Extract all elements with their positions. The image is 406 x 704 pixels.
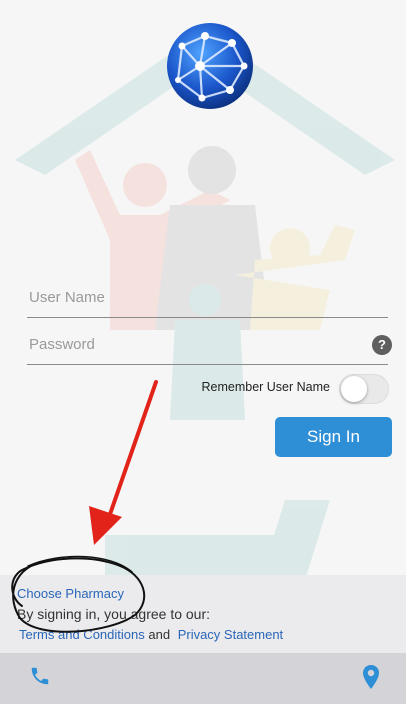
- agreement-text: By signing in, you agree to our:: [17, 606, 211, 622]
- password-help-icon[interactable]: ?: [372, 335, 392, 355]
- and-text: and: [148, 627, 171, 642]
- login-screen: ? Remember User Name Sign In Choose Phar…: [0, 0, 406, 704]
- remember-user-name-label: Remember User Name: [201, 380, 330, 394]
- location-pin-icon[interactable]: [361, 664, 381, 690]
- username-field[interactable]: [27, 278, 388, 318]
- bottom-bar: [0, 653, 406, 704]
- password-field[interactable]: [27, 325, 388, 365]
- toggle-knob: [341, 376, 367, 402]
- phone-icon[interactable]: [29, 665, 51, 687]
- privacy-statement-link[interactable]: Privacy Statement: [178, 627, 284, 642]
- remember-user-name-toggle[interactable]: [339, 374, 389, 404]
- username-input[interactable]: [27, 278, 388, 318]
- password-input[interactable]: [27, 325, 388, 365]
- terms-and-conditions-link[interactable]: Terms and Conditions: [19, 627, 145, 642]
- sign-in-button[interactable]: Sign In: [275, 417, 392, 457]
- globe-network-logo-icon: [167, 23, 253, 109]
- choose-pharmacy-link[interactable]: Choose Pharmacy: [17, 586, 124, 601]
- terms-line: Terms and Conditions and Privacy Stateme…: [19, 627, 283, 642]
